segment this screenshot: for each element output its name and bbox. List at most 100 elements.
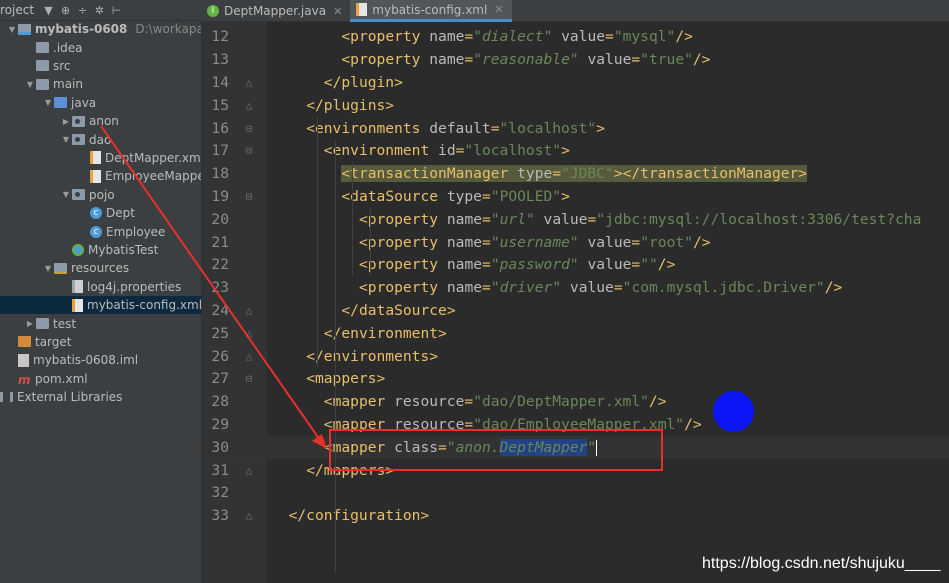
tree-item[interactable]: .idea [0, 38, 201, 56]
tree-item[interactable]: ▼ pojo [0, 186, 201, 204]
tree-item[interactable]: mybatis-config.xml [0, 296, 201, 315]
code-line[interactable]: 14 △ </plugin> [201, 71, 949, 94]
code-content: </environments> [271, 348, 438, 365]
fold-end-icon[interactable]: △ [238, 350, 260, 363]
code-token: </environments> [306, 347, 438, 365]
tree-item[interactable]: m pom.xml [0, 370, 201, 388]
code-line[interactable]: 15 △ </plugins> [201, 94, 949, 117]
tree-item[interactable]: ▼ mybatis-0608 D:\workapace\1813 [0, 20, 201, 38]
code-line[interactable]: 21 <property name="username" value="root"… [201, 231, 949, 254]
tree-item[interactable]: target [0, 333, 201, 351]
collapse-arrow-icon[interactable]: ▶ [24, 319, 36, 328]
gear-icon[interactable]: ✲ [91, 4, 108, 17]
code-token: value [561, 279, 614, 297]
fold-end-icon[interactable]: △ [238, 509, 260, 522]
collapse-arrow-icon[interactable]: ▶ [60, 117, 72, 126]
tree-item[interactable]: EmployeeMapper.x [0, 167, 201, 185]
fold-start-icon[interactable]: ⊟ [238, 190, 260, 203]
code-token: "dao/EmployeeMapper.xml" [473, 415, 685, 433]
code-line[interactable]: 20 <property name="url" value="jdbc:mysql… [201, 208, 949, 231]
tree-item[interactable]: ▼ resources [0, 259, 201, 277]
code-editor[interactable]: 12 <property name="dialect" value="mysql"… [201, 22, 949, 583]
tree-item-label: .idea [53, 40, 83, 55]
code-token: </environment> [323, 324, 447, 342]
tree-item[interactable]: MybatisTest [0, 241, 201, 259]
code-line[interactable]: 25 △ </environment> [201, 322, 949, 345]
interface-icon: I [207, 5, 219, 17]
expand-arrow-icon[interactable]: ▼ [60, 190, 72, 199]
expand-arrow-icon[interactable]: ▼ [42, 98, 54, 107]
tree-item[interactable]: c Employee [0, 222, 201, 240]
code-token: name [446, 210, 483, 228]
line-number: 29 [211, 415, 229, 433]
fold-end-icon[interactable]: △ [238, 76, 260, 89]
code-line[interactable]: 27 ⊟ <mappers> [201, 368, 949, 391]
project-view-title[interactable]: roject [0, 3, 34, 17]
tree-item[interactable]: src [0, 57, 201, 75]
code-token: "true" [640, 51, 693, 69]
tree-item[interactable]: ▶ test [0, 314, 201, 332]
tree-item[interactable]: c Dept [0, 204, 201, 222]
fold-end-icon[interactable]: △ [238, 99, 260, 112]
fold-end-icon[interactable]: △ [238, 304, 260, 317]
tree-item-label: src [53, 58, 71, 73]
editor-tab[interactable]: I DeptMapper.java ✕ [201, 0, 350, 22]
code-line[interactable]: 23 <property name="driver" value="com.mys… [201, 276, 949, 299]
code-token: name [429, 28, 465, 46]
code-token: = [464, 393, 474, 411]
code-line[interactable]: 29 <mapper resource="dao/EmployeeMapper.x… [201, 413, 949, 436]
code-line[interactable]: 16 ⊟ <environments default="localhost"> [201, 117, 949, 140]
fold-start-icon[interactable]: ⊟ [238, 144, 260, 157]
fold-start-icon[interactable]: ⊟ [238, 372, 260, 385]
close-icon[interactable]: ✕ [494, 3, 503, 16]
settings-icon[interactable]: ⊕ [57, 4, 74, 17]
line-number: 21 [211, 233, 229, 251]
fold-end-icon[interactable]: △ [238, 464, 260, 477]
code-line[interactable]: 32 [201, 482, 949, 505]
tree-item[interactable]: mybatis-0608.iml [0, 351, 201, 369]
code-token: </plugins> [306, 96, 395, 114]
code-line[interactable]: 12 <property name="dialect" value="mysql"… [201, 26, 949, 49]
code-token: "" [640, 256, 658, 274]
tree-item[interactable]: log4j.properties [0, 278, 201, 296]
code-content: <property name="username" value="root"/> [271, 234, 711, 251]
tree-item[interactable]: ▼ dao [0, 130, 201, 148]
tree-item[interactable]: ▶ anon [0, 112, 201, 130]
code-line[interactable]: 22 <property name="password" value=""/> [201, 254, 949, 277]
code-line[interactable]: 24 △ </dataSource> [201, 299, 949, 322]
code-token: /> [648, 393, 667, 411]
hide-icon[interactable]: ⊢ [108, 4, 125, 17]
code-content: <environment id="localhost"> [271, 142, 570, 159]
close-icon[interactable]: ✕ [333, 5, 342, 18]
code-line[interactable]: 19 ⊟ <dataSource type="POOLED"> [201, 185, 949, 208]
xml-file-icon [356, 3, 368, 16]
code-token: name [446, 279, 483, 297]
expand-arrow-icon[interactable]: ▼ [60, 135, 72, 144]
tree-item-label: test [53, 316, 77, 331]
code-line[interactable]: 30 <mapper class="anon.DeptMapper" [201, 435, 949, 459]
code-line[interactable]: 31 △ </mappers> [201, 459, 949, 482]
line-number: 20 [211, 210, 229, 228]
expand-arrow-icon[interactable]: ▼ [24, 80, 36, 89]
collapse-icon[interactable]: ÷ [74, 4, 91, 17]
code-line[interactable]: 33 △ </configuration> [201, 504, 949, 527]
tree-item[interactable]: DeptMapper.xml [0, 149, 201, 167]
code-line[interactable]: 26 △ </environments> [201, 345, 949, 368]
editor-tab[interactable]: mybatis-config.xml ✕ [350, 0, 512, 22]
expand-arrow-icon[interactable]: ▼ [6, 25, 18, 34]
tree-item[interactable]: ▼ java [0, 94, 201, 112]
dropdown-arrow-icon[interactable]: ▼ [40, 4, 57, 17]
fold-start-icon[interactable]: ⊟ [238, 122, 260, 135]
code-line[interactable]: 13 <property name="reasonable" value="tru… [201, 48, 949, 71]
code-line[interactable]: 28 <mapper resource="dao/DeptMapper.xml"/… [201, 390, 949, 413]
code-line[interactable]: 17 ⊟ <environment id="localhost"> [201, 140, 949, 163]
line-number: 25 [211, 324, 229, 342]
code-token: <dataSource [341, 187, 447, 205]
expand-arrow-icon[interactable]: ▼ [42, 264, 54, 273]
tree-item[interactable]: External Libraries [0, 388, 201, 406]
tab-label: DeptMapper.java [224, 4, 327, 18]
code-token: type [446, 187, 482, 205]
fold-end-icon[interactable]: △ [238, 327, 260, 340]
tree-item[interactable]: ▼ main [0, 75, 201, 93]
code-line[interactable]: 18 <transactionManager type="JDBC"></tran… [201, 162, 949, 185]
